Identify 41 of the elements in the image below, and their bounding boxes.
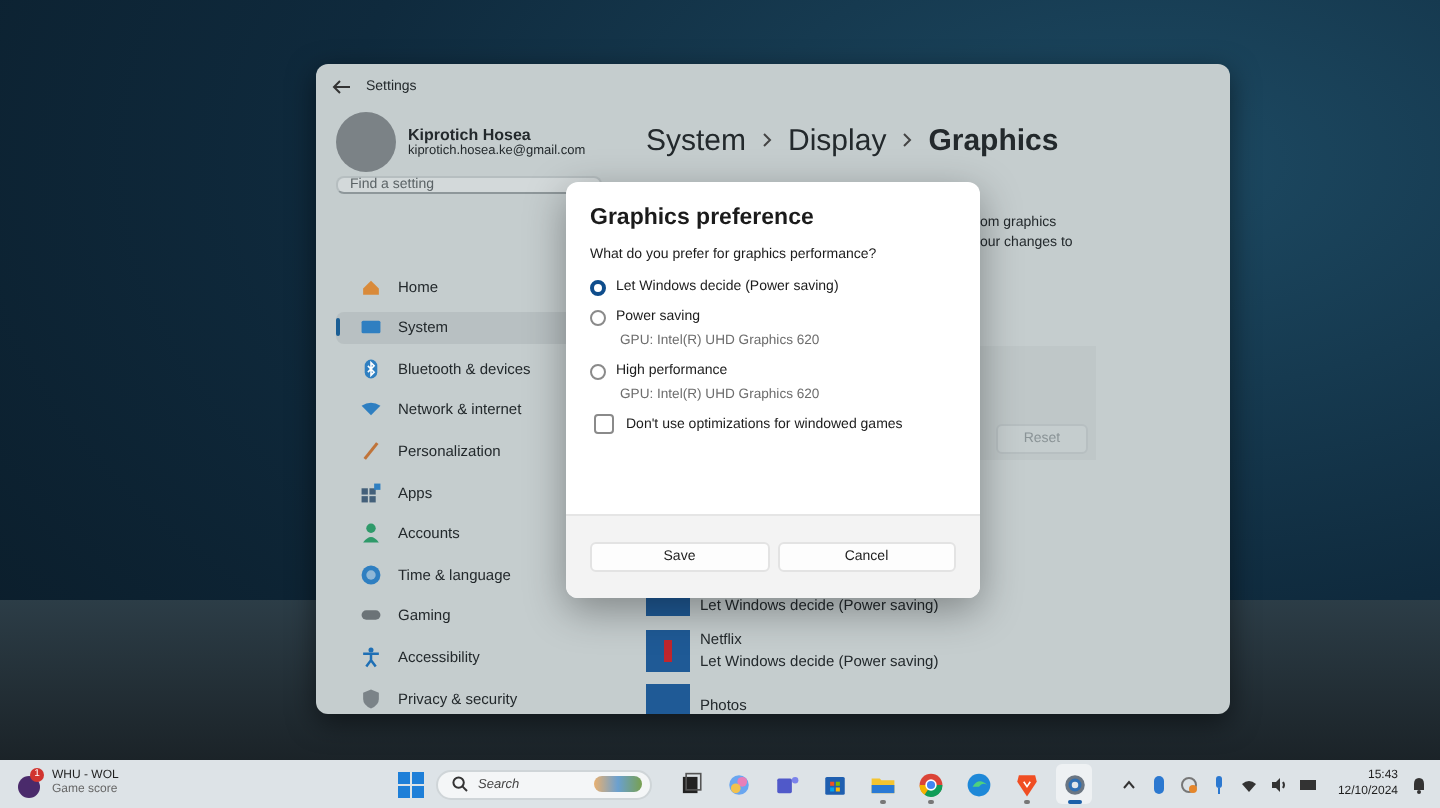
back-arrow-icon[interactable] bbox=[332, 79, 350, 93]
radio-button[interactable] bbox=[590, 279, 606, 295]
bell-icon[interactable] bbox=[1410, 775, 1428, 793]
breadcrumb-link[interactable]: Display bbox=[788, 123, 887, 157]
chevron-icon bbox=[902, 132, 913, 148]
checkbox[interactable] bbox=[594, 414, 614, 434]
monitor-icon bbox=[360, 316, 382, 339]
apps-grid-icon bbox=[360, 481, 382, 504]
start-icon[interactable] bbox=[398, 771, 424, 797]
search-icon bbox=[452, 776, 468, 792]
speaker-icon[interactable] bbox=[1269, 775, 1288, 793]
dialog-title: Graphics preference bbox=[590, 206, 816, 230]
globe-icon bbox=[360, 563, 382, 586]
search-highlight-drawing bbox=[594, 776, 642, 792]
swirl-icon bbox=[725, 771, 751, 797]
radio-button[interactable] bbox=[590, 363, 606, 379]
brush-icon bbox=[360, 439, 382, 462]
wifi-icon[interactable] bbox=[1239, 775, 1258, 793]
shield-icon bbox=[360, 687, 382, 709]
home-icon bbox=[360, 275, 382, 298]
app-icon bbox=[646, 684, 690, 714]
avatar-circle bbox=[336, 112, 396, 172]
accessibility-icon bbox=[360, 645, 382, 668]
radio-button[interactable] bbox=[590, 309, 606, 325]
browser-circle-icon bbox=[917, 771, 943, 797]
people-icon bbox=[773, 771, 799, 797]
bag-icon bbox=[821, 771, 847, 797]
taskbar-app-button[interactable] bbox=[1056, 764, 1092, 804]
wave-circle-icon bbox=[965, 771, 991, 797]
app-icon bbox=[646, 629, 690, 671]
profile-name: Kiprotich Hosea bbox=[408, 126, 533, 144]
wifi-icon bbox=[360, 398, 382, 421]
gear-icon bbox=[1061, 771, 1087, 797]
breadcrumb-link[interactable]: System bbox=[646, 123, 747, 157]
person-icon bbox=[360, 522, 382, 545]
lion-shield-icon bbox=[1013, 771, 1039, 797]
page-title: Graphics bbox=[928, 123, 1059, 157]
battery-icon[interactable] bbox=[1299, 775, 1318, 793]
chevron-icon bbox=[762, 132, 773, 148]
chevron-up-icon[interactable] bbox=[1119, 775, 1138, 793]
task-view-icon bbox=[677, 771, 703, 797]
